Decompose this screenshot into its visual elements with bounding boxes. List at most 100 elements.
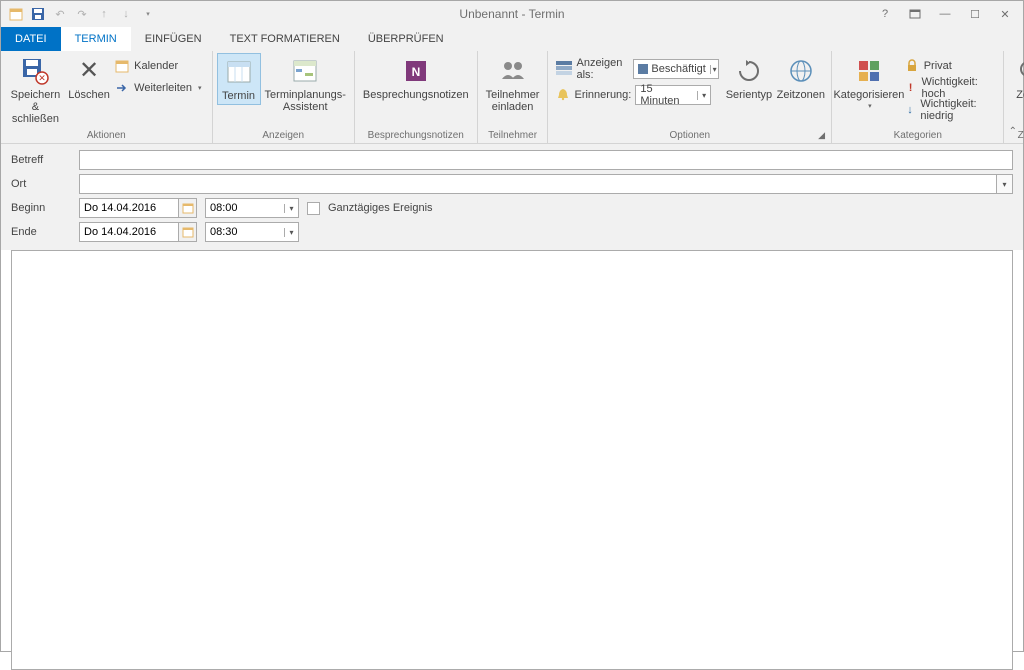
- undo-icon[interactable]: ↶: [51, 5, 69, 23]
- timezones-button[interactable]: Zeitzonen: [774, 53, 827, 103]
- group-options: Anzeigen als: Beschäftigt ▾ Erinnerung: …: [548, 51, 832, 143]
- begin-date-input[interactable]: Do 14.04.2016: [79, 198, 197, 218]
- group-meeting-notes: N Besprechungsnotizen Besprechungsnotize…: [355, 51, 478, 143]
- private-label: Privat: [924, 60, 952, 72]
- chevron-down-icon: ▾: [868, 101, 872, 113]
- ribbon-tabs: DATEI TERMIN EINFÜGEN TEXT FORMATIEREN Ü…: [1, 27, 1023, 51]
- save-icon[interactable]: [29, 5, 47, 23]
- close-icon[interactable]: ✕: [991, 4, 1019, 24]
- termin-label: Termin: [222, 90, 255, 102]
- calendar-icon: [114, 58, 130, 74]
- ribbon-options-icon[interactable]: [901, 4, 929, 24]
- prev-icon[interactable]: ↑: [95, 5, 113, 23]
- reminder-label: Erinnerung:: [574, 89, 631, 101]
- qat-dropdown-icon[interactable]: ▾: [139, 5, 157, 23]
- save-close-button[interactable]: ✕ Speichern & schließen: [5, 53, 66, 127]
- scheduling-assistant-icon: [289, 55, 321, 87]
- tab-file[interactable]: DATEI: [1, 27, 61, 51]
- begin-time-value: 08:00: [210, 202, 238, 214]
- minimize-icon[interactable]: —: [931, 4, 959, 24]
- group-options-label: Optionen: [670, 128, 711, 143]
- reminder-icon: [556, 87, 570, 104]
- location-input[interactable]: [79, 174, 997, 194]
- zoom-label: Zoom: [1016, 89, 1024, 101]
- chevron-down-icon: ▾: [198, 84, 202, 92]
- subject-input[interactable]: [79, 150, 1013, 170]
- allday-label: Ganztägiges Ereignis: [328, 202, 433, 214]
- group-zoom-label: Zoom: [1018, 128, 1024, 143]
- onenote-icon: N: [400, 55, 432, 87]
- lock-icon: [904, 58, 920, 74]
- end-date-value: Do 14.04.2016: [84, 226, 156, 238]
- importance-low-button[interactable]: ↓ Wichtigkeit: niedrig: [902, 99, 1000, 121]
- importance-low-label: Wichtigkeit: niedrig: [920, 98, 993, 122]
- group-attendees-label: Teilnehmer: [488, 128, 537, 143]
- location-dropdown-icon[interactable]: ▾: [997, 174, 1013, 194]
- termin-button[interactable]: Termin: [217, 53, 261, 105]
- options-dialog-launcher-icon[interactable]: ◢: [818, 130, 828, 140]
- scheduling-assistant-button[interactable]: Terminplanungs- Assistent: [261, 53, 350, 115]
- end-time-input[interactable]: 08:30 ▾: [205, 222, 299, 242]
- end-label: Ende: [11, 226, 71, 238]
- calendar-button[interactable]: Kalender: [112, 55, 207, 77]
- meeting-notes-button[interactable]: N Besprechungsnotizen: [359, 53, 473, 103]
- chevron-down-icon: ▾: [284, 204, 298, 213]
- calendar-picker-icon[interactable]: [178, 199, 196, 217]
- chevron-down-icon: ▾: [697, 91, 711, 100]
- redo-icon[interactable]: ↷: [73, 5, 91, 23]
- subject-label: Betreff: [11, 154, 71, 166]
- appointment-icon[interactable]: [7, 5, 25, 23]
- show-as-combo[interactable]: Beschäftigt ▾: [633, 59, 719, 79]
- group-show: Termin Terminplanungs- Assistent Anzeige…: [213, 51, 355, 143]
- chevron-down-icon: ▾: [710, 65, 719, 74]
- meeting-notes-label: Besprechungsnotizen: [363, 89, 469, 101]
- show-as-value: Beschäftigt: [651, 63, 705, 75]
- tab-insert[interactable]: EINFÜGEN: [131, 27, 216, 51]
- zoom-button[interactable]: Zoom: [1008, 53, 1024, 103]
- calendar-label: Kalender: [134, 60, 178, 72]
- help-icon[interactable]: ?: [871, 4, 899, 24]
- show-as-icon: [556, 61, 572, 78]
- calendar-picker-icon[interactable]: [178, 223, 196, 241]
- recurrence-label: Serientyp: [726, 89, 772, 101]
- termin-icon: [223, 56, 255, 88]
- delete-icon: ✕: [73, 55, 105, 87]
- begin-date-value: Do 14.04.2016: [84, 202, 156, 214]
- tab-termin[interactable]: TERMIN: [61, 27, 131, 51]
- tab-format[interactable]: TEXT FORMATIEREN: [216, 27, 354, 51]
- delete-button[interactable]: ✕ Löschen: [66, 53, 112, 103]
- allday-checkbox[interactable]: [307, 202, 320, 215]
- categorize-label: Kategorisieren: [833, 89, 904, 101]
- group-show-label: Anzeigen: [262, 128, 304, 143]
- reminder-combo[interactable]: 15 Minuten ▾: [635, 85, 711, 105]
- categorize-button[interactable]: Kategorisieren ▾: [836, 53, 902, 115]
- forward-label: Weiterleiten: [134, 82, 192, 94]
- timezones-label: Zeitzonen: [777, 89, 825, 101]
- collapse-ribbon-icon[interactable]: ⌃: [1009, 126, 1017, 137]
- tab-review[interactable]: ÜBERPRÜFEN: [354, 27, 458, 51]
- maximize-icon[interactable]: ☐: [961, 4, 989, 24]
- reminder-value: 15 Minuten: [636, 83, 696, 107]
- ribbon: ✕ Speichern & schließen ✕ Löschen Kalend…: [1, 51, 1023, 144]
- zoom-icon: [1014, 55, 1024, 87]
- location-label: Ort: [11, 178, 71, 190]
- next-icon[interactable]: ↓: [117, 5, 135, 23]
- begin-time-input[interactable]: 08:00 ▾: [205, 198, 299, 218]
- group-categories: Kategorisieren ▾ Privat ! Wichtigkeit: h…: [832, 51, 1004, 143]
- attendees-icon: [497, 55, 529, 87]
- importance-low-icon: ↓: [904, 102, 917, 118]
- forward-button[interactable]: Weiterleiten ▾: [112, 77, 207, 99]
- begin-label: Beginn: [11, 202, 71, 214]
- group-categories-label: Kategorien: [894, 128, 942, 143]
- recurrence-button[interactable]: Serientyp: [723, 53, 774, 103]
- private-button[interactable]: Privat: [902, 55, 1000, 77]
- quick-access-toolbar: ↶ ↷ ↑ ↓ ▾: [1, 5, 157, 23]
- importance-high-button[interactable]: ! Wichtigkeit: hoch: [902, 77, 1000, 99]
- end-date-input[interactable]: Do 14.04.2016: [79, 222, 197, 242]
- group-actions-label: Aktionen: [87, 128, 126, 143]
- group-attendees: Teilnehmer einladen Teilnehmer: [478, 51, 549, 143]
- title-bar: ↶ ↷ ↑ ↓ ▾ Unbenannt - Termin ? — ☐ ✕: [1, 1, 1023, 27]
- appointment-body-textarea[interactable]: [11, 250, 1013, 670]
- invite-attendees-button[interactable]: Teilnehmer einladen: [482, 53, 544, 115]
- globe-icon: [785, 55, 817, 87]
